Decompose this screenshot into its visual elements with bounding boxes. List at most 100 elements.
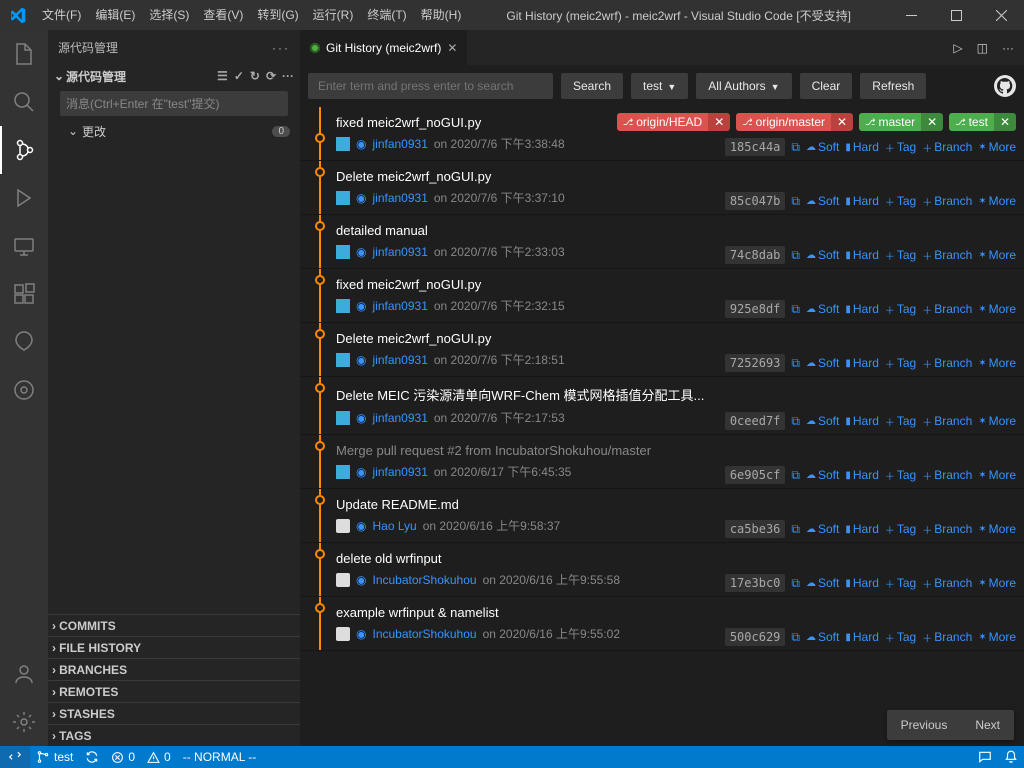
commit-author[interactable]: jinfan0931 bbox=[372, 245, 427, 259]
copy-hash-icon[interactable]: ⧉ bbox=[791, 468, 800, 483]
branch-link[interactable]: ＋Branch bbox=[922, 414, 972, 429]
more-link[interactable]: ✶More bbox=[978, 302, 1016, 316]
window-minimize-button[interactable] bbox=[889, 0, 934, 30]
refresh-icon[interactable]: ↻ bbox=[250, 69, 260, 83]
tag-link[interactable]: ＋Tag bbox=[885, 468, 916, 483]
copy-hash-icon[interactable]: ⧉ bbox=[791, 576, 800, 591]
more-link[interactable]: ✶More bbox=[978, 414, 1016, 428]
menu-view[interactable]: 查看(V) bbox=[196, 0, 250, 30]
activity-githistory[interactable] bbox=[0, 366, 48, 414]
menu-edit[interactable]: 编辑(E) bbox=[88, 0, 142, 30]
copy-hash-icon[interactable]: ⧉ bbox=[791, 194, 800, 209]
commit-hash[interactable]: 85c047b bbox=[725, 192, 786, 210]
soft-reset-link[interactable]: ☁Soft bbox=[806, 630, 839, 644]
ref-origin-master[interactable]: ⎇origin/master✕ bbox=[736, 113, 853, 131]
commit-author[interactable]: IncubatorShokuhou bbox=[372, 573, 476, 587]
eye-icon[interactable]: ◉ bbox=[356, 573, 366, 587]
eye-icon[interactable]: ◉ bbox=[356, 191, 366, 205]
branch-link[interactable]: ＋Branch bbox=[922, 576, 972, 591]
commit-row[interactable]: fixed meic2wrf_noGUI.py ◉ jinfan0931 on … bbox=[300, 269, 1024, 323]
branch-link[interactable]: ＋Branch bbox=[922, 302, 972, 317]
commit-row[interactable]: ⎇origin/HEAD✕ ⎇origin/master✕ ⎇master✕ ⎇… bbox=[300, 107, 1024, 161]
activity-explorer[interactable] bbox=[0, 30, 48, 78]
view-tree-icon[interactable]: ☰ bbox=[217, 69, 228, 83]
eye-icon[interactable]: ◉ bbox=[356, 137, 366, 151]
more-link[interactable]: ✶More bbox=[978, 468, 1016, 482]
soft-reset-link[interactable]: ☁Soft bbox=[806, 194, 839, 208]
commit-hash[interactable]: 0ceed7f bbox=[725, 412, 786, 430]
refresh-button[interactable]: Refresh bbox=[860, 73, 926, 99]
copy-hash-icon[interactable]: ⧉ bbox=[791, 248, 800, 263]
more-link[interactable]: ✶More bbox=[978, 522, 1016, 536]
commit-author[interactable]: Hao Lyu bbox=[372, 519, 416, 533]
branch-link[interactable]: ＋Branch bbox=[922, 468, 972, 483]
authors-dropdown[interactable]: All Authors▼ bbox=[696, 73, 791, 99]
eye-icon[interactable]: ◉ bbox=[356, 465, 366, 479]
branch-link[interactable]: ＋Branch bbox=[922, 522, 972, 537]
eye-icon[interactable]: ◉ bbox=[356, 627, 366, 641]
section-remotes[interactable]: › REMOTES bbox=[48, 680, 300, 702]
commit-row[interactable]: example wrfinput & namelist ◉ IncubatorS… bbox=[300, 597, 1024, 651]
window-maximize-button[interactable] bbox=[934, 0, 979, 30]
previous-button[interactable]: Previous bbox=[887, 710, 962, 740]
section-branches[interactable]: › BRANCHES bbox=[48, 658, 300, 680]
commit-row[interactable]: Delete meic2wrf_noGUI.py ◉ jinfan0931 on… bbox=[300, 323, 1024, 377]
sidebar-more-icon[interactable]: ··· bbox=[272, 41, 290, 55]
more-link[interactable]: ✶More bbox=[978, 248, 1016, 262]
activity-remote[interactable] bbox=[0, 222, 48, 270]
hard-reset-link[interactable]: ▮Hard bbox=[845, 356, 879, 370]
hard-reset-link[interactable]: ▮Hard bbox=[845, 468, 879, 482]
commit-check-icon[interactable]: ✓ bbox=[234, 69, 244, 83]
branch-link[interactable]: ＋Branch bbox=[922, 248, 972, 263]
eye-icon[interactable]: ◉ bbox=[356, 519, 366, 533]
more-icon[interactable]: ··· bbox=[282, 69, 294, 83]
ref-origin-head[interactable]: ⎇origin/HEAD✕ bbox=[617, 113, 730, 131]
activity-gitlens[interactable] bbox=[0, 318, 48, 366]
soft-reset-link[interactable]: ☁Soft bbox=[806, 576, 839, 590]
activity-settings[interactable] bbox=[0, 698, 48, 746]
eye-icon[interactable]: ◉ bbox=[356, 245, 366, 259]
ref-master[interactable]: ⎇master✕ bbox=[859, 113, 943, 131]
run-icon[interactable]: ▷ bbox=[953, 41, 962, 55]
branch-link[interactable]: ＋Branch bbox=[922, 140, 972, 155]
menu-terminal[interactable]: 终端(T) bbox=[360, 0, 413, 30]
commit-author[interactable]: jinfan0931 bbox=[372, 465, 427, 479]
soft-reset-link[interactable]: ☁Soft bbox=[806, 522, 839, 536]
section-filehistory[interactable]: › FILE HISTORY bbox=[48, 636, 300, 658]
section-commits[interactable]: › COMMITS bbox=[48, 614, 300, 636]
ref-test[interactable]: ⎇test✕ bbox=[949, 113, 1016, 131]
copy-hash-icon[interactable]: ⧉ bbox=[791, 414, 800, 429]
status-warnings[interactable]: 0 bbox=[141, 746, 177, 768]
status-sync[interactable] bbox=[79, 746, 105, 768]
tag-link[interactable]: ＋Tag bbox=[885, 302, 916, 317]
menu-file[interactable]: 文件(F) bbox=[35, 0, 88, 30]
soft-reset-link[interactable]: ☁Soft bbox=[806, 140, 839, 154]
menu-go[interactable]: 转到(G) bbox=[250, 0, 305, 30]
status-bell-icon[interactable] bbox=[998, 746, 1024, 768]
ref-close-icon[interactable]: ✕ bbox=[994, 113, 1016, 131]
soft-reset-link[interactable]: ☁Soft bbox=[806, 356, 839, 370]
commit-hash[interactable]: 925e8df bbox=[725, 300, 786, 318]
menu-help[interactable]: 帮助(H) bbox=[414, 0, 469, 30]
commit-author[interactable]: jinfan0931 bbox=[372, 191, 427, 205]
commit-hash[interactable]: 74c8dab bbox=[725, 246, 786, 264]
remote-indicator[interactable] bbox=[0, 746, 30, 768]
activity-run[interactable] bbox=[0, 174, 48, 222]
tag-link[interactable]: ＋Tag bbox=[885, 140, 916, 155]
tag-link[interactable]: ＋Tag bbox=[885, 576, 916, 591]
eye-icon[interactable]: ◉ bbox=[356, 411, 366, 425]
ref-close-icon[interactable]: ✕ bbox=[831, 113, 853, 131]
ref-close-icon[interactable]: ✕ bbox=[708, 113, 730, 131]
hard-reset-link[interactable]: ▮Hard bbox=[845, 248, 879, 262]
search-button[interactable]: Search bbox=[561, 73, 623, 99]
more-link[interactable]: ✶More bbox=[978, 356, 1016, 370]
commit-row[interactable]: Delete meic2wrf_noGUI.py ◉ jinfan0931 on… bbox=[300, 161, 1024, 215]
refresh-icon-2[interactable]: ⟳ bbox=[266, 69, 276, 83]
commit-row[interactable]: delete old wrfinput ◉ IncubatorShokuhou … bbox=[300, 543, 1024, 597]
search-input[interactable] bbox=[308, 73, 553, 99]
commit-author[interactable]: jinfan0931 bbox=[372, 137, 427, 151]
hard-reset-link[interactable]: ▮Hard bbox=[845, 576, 879, 590]
tag-link[interactable]: ＋Tag bbox=[885, 356, 916, 371]
tag-link[interactable]: ＋Tag bbox=[885, 630, 916, 645]
tag-link[interactable]: ＋Tag bbox=[885, 194, 916, 209]
